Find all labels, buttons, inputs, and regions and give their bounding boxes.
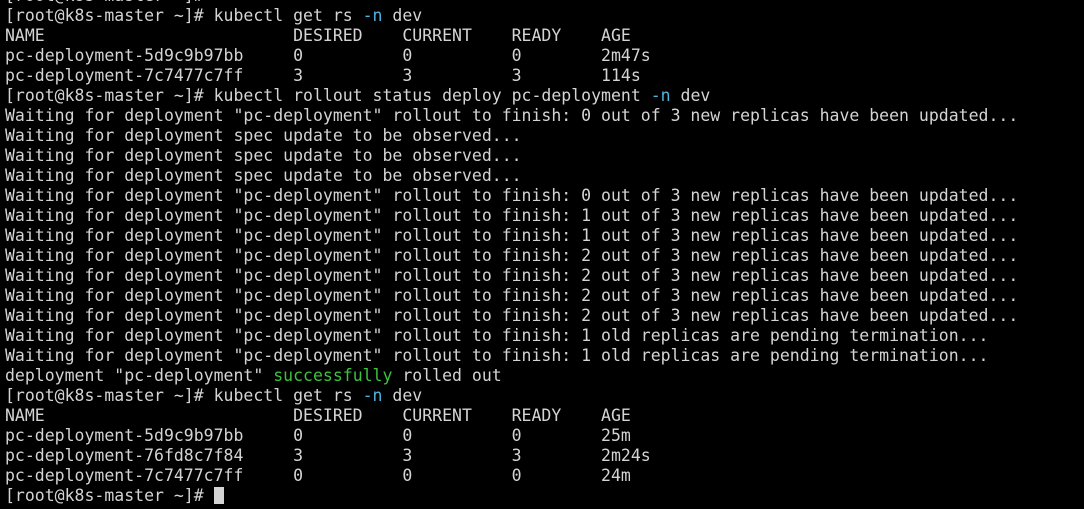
flag-text: -n — [362, 6, 383, 25]
output-text: pc-deployment-5d9c9b97bb 0 0 0 25m — [5, 426, 631, 445]
terminal-line-rs-row-3: pc-deployment-5d9c9b97bb 0 0 0 25m — [5, 426, 1018, 446]
output-text: [root@k8s-master ~]# kubectl get rs — [5, 6, 363, 25]
cursor-block[interactable] — [213, 487, 224, 504]
output-text: Waiting for deployment spec update to be… — [5, 126, 522, 145]
output-text: [root@k8s-master ~]# kubectl rollout sta… — [5, 86, 651, 105]
output-text: [root@k8s-master ~]# kubectl get rs — [5, 386, 363, 405]
output-text: dev — [382, 386, 423, 405]
terminal-line-cmd-get-rs-1: [root@k8s-master ~]# kubectl get rs -n d… — [5, 6, 1018, 26]
output-text: Waiting for deployment "pc-deployment" r… — [5, 346, 989, 365]
output-text: Waiting for deployment "pc-deployment" r… — [5, 186, 1019, 205]
output-text: deployment "pc-deployment" — [5, 366, 274, 385]
terminal-line-out-1: Waiting for deployment "pc-deployment" r… — [5, 106, 1018, 126]
output-text: Waiting for deployment "pc-deployment" r… — [5, 326, 989, 345]
terminal-line-prompt-final: [root@k8s-master ~]# — [5, 486, 1018, 506]
output-text: rolled out — [392, 366, 502, 385]
terminal-output: [root@k8s-master ~]#[root@k8s-master ~]#… — [5, 0, 1018, 506]
output-text: [root@k8s-master ~]# — [5, 0, 204, 5]
terminal-line-out-9: Waiting for deployment "pc-deployment" r… — [5, 266, 1018, 286]
terminal-line-rs-row-5: pc-deployment-7c7477c7ff 0 0 0 24m — [5, 466, 1018, 486]
terminal-line-out-13: Waiting for deployment "pc-deployment" r… — [5, 346, 1018, 366]
output-text: NAME DESIRED CURRENT READY AGE — [5, 26, 631, 45]
output-text: pc-deployment-7c7477c7ff 0 0 0 24m — [5, 466, 631, 485]
terminal-line-rs-header-2: NAME DESIRED CURRENT READY AGE — [5, 406, 1018, 426]
output-text: dev — [382, 6, 423, 25]
terminal-line-rs-row-4: pc-deployment-76fd8c7f84 3 3 3 2m24s — [5, 446, 1018, 466]
output-text: [root@k8s-master ~]# — [5, 486, 214, 505]
output-text: pc-deployment-5d9c9b97bb 0 0 0 2m47s — [5, 46, 651, 65]
output-text: Waiting for deployment "pc-deployment" r… — [5, 106, 1019, 125]
output-text: Waiting for deployment "pc-deployment" r… — [5, 246, 1019, 265]
output-text: Waiting for deployment "pc-deployment" r… — [5, 306, 1019, 325]
terminal-window[interactable]: [root@k8s-master ~]#[root@k8s-master ~]#… — [0, 0, 1084, 509]
terminal-line-out-12: Waiting for deployment "pc-deployment" r… — [5, 326, 1018, 346]
terminal-line-out-3: Waiting for deployment spec update to be… — [5, 146, 1018, 166]
terminal-line-out-4: Waiting for deployment spec update to be… — [5, 166, 1018, 186]
terminal-line-out-success: deployment "pc-deployment" successfully … — [5, 366, 1018, 386]
terminal-line-out-8: Waiting for deployment "pc-deployment" r… — [5, 246, 1018, 266]
terminal-line-rs-header-1: NAME DESIRED CURRENT READY AGE — [5, 26, 1018, 46]
terminal-line-out-6: Waiting for deployment "pc-deployment" r… — [5, 206, 1018, 226]
flag-text: -n — [650, 86, 671, 105]
terminal-line-rs-row-1: pc-deployment-5d9c9b97bb 0 0 0 2m47s — [5, 46, 1018, 66]
output-text: pc-deployment-7c7477c7ff 3 3 3 114s — [5, 66, 641, 85]
terminal-line-out-7: Waiting for deployment "pc-deployment" r… — [5, 226, 1018, 246]
output-text: Waiting for deployment "pc-deployment" r… — [5, 266, 1019, 285]
terminal-line-out-11: Waiting for deployment "pc-deployment" r… — [5, 306, 1018, 326]
terminal-line-out-5: Waiting for deployment "pc-deployment" r… — [5, 186, 1018, 206]
output-text: Waiting for deployment "pc-deployment" r… — [5, 286, 1019, 305]
terminal-line-out-10: Waiting for deployment "pc-deployment" r… — [5, 286, 1018, 306]
flag-text: -n — [362, 386, 383, 405]
output-text: Waiting for deployment spec update to be… — [5, 146, 522, 165]
output-text: Waiting for deployment spec update to be… — [5, 166, 522, 185]
output-text: pc-deployment-76fd8c7f84 3 3 3 2m24s — [5, 446, 651, 465]
output-text: dev — [670, 86, 711, 105]
terminal-line-rs-row-2: pc-deployment-7c7477c7ff 3 3 3 114s — [5, 66, 1018, 86]
success-text: successfully — [273, 366, 393, 385]
output-text: NAME DESIRED CURRENT READY AGE — [5, 406, 631, 425]
terminal-line-out-2: Waiting for deployment spec update to be… — [5, 126, 1018, 146]
output-text: Waiting for deployment "pc-deployment" r… — [5, 226, 1019, 245]
terminal-line-cmd-rollout-status: [root@k8s-master ~]# kubectl rollout sta… — [5, 86, 1018, 106]
terminal-line-cmd-get-rs-2: [root@k8s-master ~]# kubectl get rs -n d… — [5, 386, 1018, 406]
output-text: Waiting for deployment "pc-deployment" r… — [5, 206, 1019, 225]
